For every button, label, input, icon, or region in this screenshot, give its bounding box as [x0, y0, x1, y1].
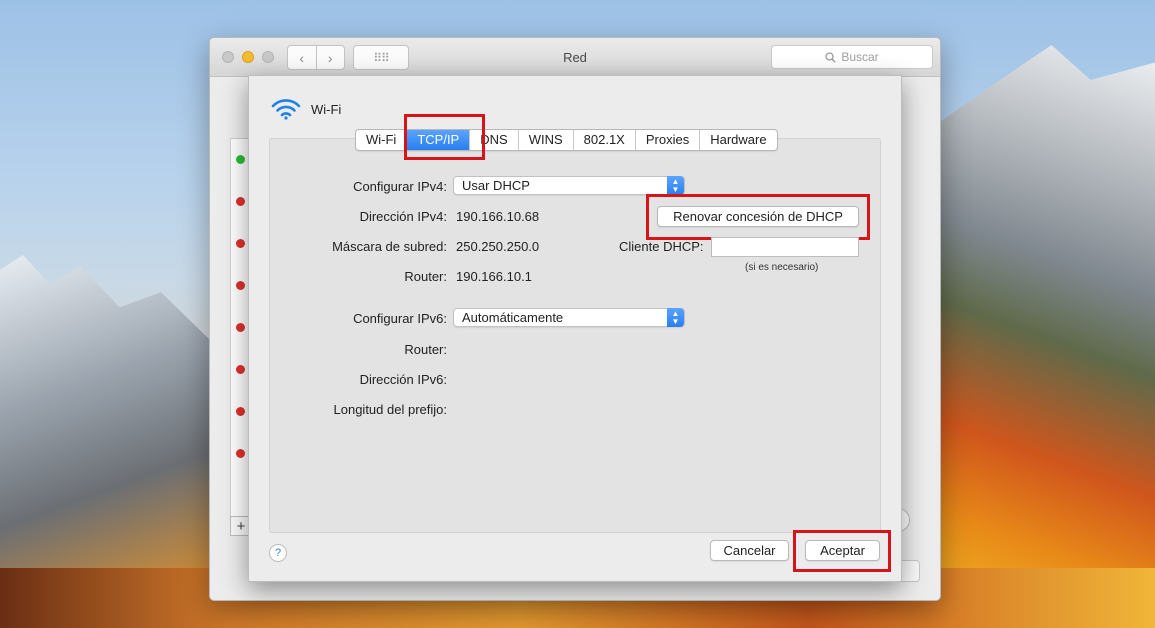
- status-dot: [236, 197, 245, 206]
- ipv4-address-value: 190.166.10.68: [456, 209, 540, 224]
- router-value: 190.166.10.1: [456, 269, 532, 284]
- advanced-sheet: Wi-Fi Wi-Fi TCP/IP DNS WINS 802.1X Proxi…: [248, 75, 902, 582]
- tab-wins[interactable]: WINS: [517, 130, 573, 150]
- status-dot: [236, 407, 245, 416]
- wallpaper-mountain-right: [925, 45, 1155, 628]
- dhcp-client-note: (si es necesario): [745, 262, 819, 273]
- search-field[interactable]: Buscar: [771, 45, 933, 69]
- dhcp-client-label: Cliente DHCP:: [619, 239, 704, 254]
- ipv6-address-label: Dirección IPv6:: [359, 372, 447, 387]
- subnet-mask-label: Máscara de subred:: [332, 239, 447, 254]
- highlight-ok-button: [793, 530, 891, 572]
- highlight-renew-dhcp: [646, 194, 870, 240]
- updown-arrows-icon: ▲ ▼: [667, 176, 684, 195]
- ipv4-address-label: Dirección IPv4:: [359, 209, 447, 224]
- titlebar: ‹ › ⠿⠿ Red Buscar: [210, 38, 940, 77]
- prefix-length-label: Longitud del prefijo:: [333, 402, 447, 417]
- dhcp-client-field[interactable]: [711, 237, 859, 257]
- tab-hardware[interactable]: Hardware: [699, 130, 776, 150]
- configure-ipv6-select[interactable]: Automáticamente ▲ ▼: [453, 308, 685, 327]
- search-placeholder: Buscar: [841, 50, 879, 64]
- interface-name: Wi-Fi: [311, 101, 342, 117]
- configure-ipv4-value: Usar DHCP: [462, 178, 530, 193]
- search-icon: [825, 51, 837, 63]
- tab-proxies[interactable]: Proxies: [634, 130, 699, 150]
- subnet-mask-value: 250.250.250.0: [456, 239, 540, 254]
- updown-arrows-icon: ▲ ▼: [667, 308, 684, 327]
- status-dot: [236, 449, 245, 458]
- configure-ipv6-label: Configurar IPv6:: [353, 311, 447, 326]
- status-dot: [236, 281, 245, 290]
- status-dot: [236, 239, 245, 248]
- interface-header: Wi-Fi: [271, 98, 341, 120]
- help-button[interactable]: ?: [269, 544, 287, 562]
- tab-8021x[interactable]: 802.1X: [572, 130, 635, 150]
- wifi-icon: [271, 99, 301, 120]
- router-label: Router:: [404, 269, 447, 284]
- configure-ipv6-value: Automáticamente: [462, 310, 564, 325]
- cancel-button[interactable]: Cancelar: [710, 540, 789, 561]
- configure-ipv4-label: Configurar IPv4:: [353, 179, 447, 194]
- status-dot: [236, 323, 245, 332]
- highlight-tcpip-tab: [404, 114, 485, 160]
- configure-ipv4-select[interactable]: Usar DHCP ▲ ▼: [453, 176, 685, 195]
- tab-wifi[interactable]: Wi-Fi: [356, 130, 406, 150]
- status-dot: [236, 365, 245, 374]
- status-dot-connected: [236, 155, 245, 164]
- ipv6-router-label: Router:: [404, 342, 447, 357]
